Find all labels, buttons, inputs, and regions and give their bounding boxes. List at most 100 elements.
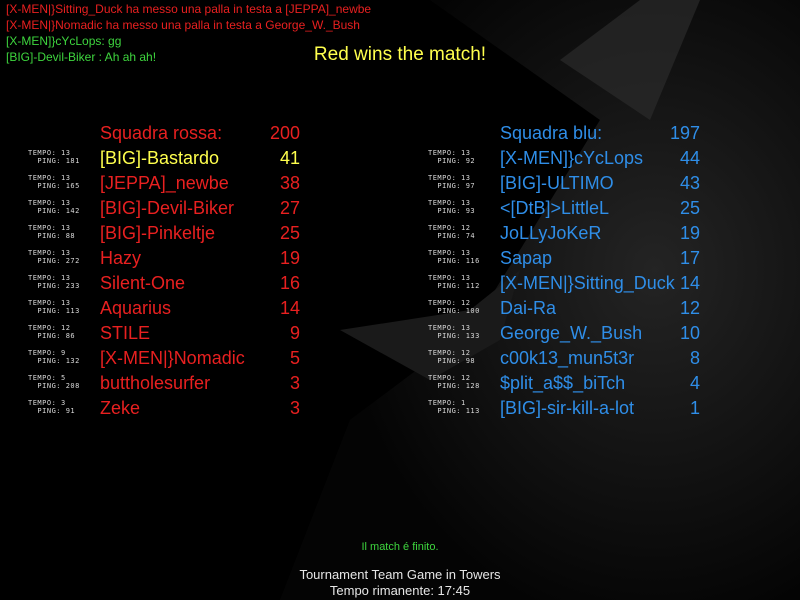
- player-time: TEMPO: 9: [28, 349, 66, 357]
- player-stats: TEMPO: 13 PING: 88: [28, 224, 75, 240]
- player-ping: PING: 88: [28, 232, 76, 240]
- player-stats: TEMPO: 13 PING: 97: [428, 174, 475, 190]
- player-score: 25: [279, 223, 300, 243]
- player-score: 41: [279, 148, 300, 168]
- player-time: TEMPO: 12: [428, 224, 471, 232]
- player-stats: TEMPO: 13 PING: 93: [428, 199, 475, 215]
- player-time: TEMPO: 13: [28, 224, 71, 232]
- footer-info: Tournament Team Game in Towers Tempo rim…: [0, 567, 800, 599]
- player-score: 1: [689, 398, 700, 418]
- player-stats: TEMPO: 13 PING: 112: [428, 274, 480, 290]
- player-score: 14: [679, 273, 700, 293]
- player-stats: TEMPO: 9 PING: 132: [28, 349, 80, 365]
- player-ping: PING: 113: [428, 407, 480, 415]
- player-stats: TEMPO: 13 PING: 113: [28, 299, 80, 315]
- player-name: Dai-Ra: [500, 298, 557, 318]
- player-stats: TEMPO: 12 PING: 98: [428, 349, 475, 365]
- player-score: 12: [679, 298, 700, 318]
- player-name: JoLLyJoKeR: [500, 223, 602, 243]
- player-stats: TEMPO: 13 PING: 165: [28, 174, 80, 190]
- player-name: $plit_a$$_biTch: [500, 373, 626, 393]
- player-name: [BIG]-sir-kill-a-lot: [500, 398, 634, 418]
- player-ping: PING: 91: [28, 407, 76, 415]
- player-ping: PING: 92: [428, 157, 476, 165]
- player-name: [BIG]-Devil-Biker: [100, 198, 235, 218]
- player-time: TEMPO: 13: [28, 299, 71, 307]
- player-name: <[DtB]>LittleL: [500, 198, 610, 218]
- player-name: buttholesurfer: [100, 373, 211, 393]
- player-ping: PING: 272: [28, 257, 80, 265]
- player-time: TEMPO: 13: [28, 274, 71, 282]
- player-name: Hazy: [100, 248, 142, 268]
- player-name: Aquarius: [100, 298, 172, 318]
- player-stats: TEMPO: 1 PING: 113: [428, 399, 480, 415]
- player-time: TEMPO: 13: [28, 149, 71, 157]
- player-name: [BIG]-ULTIMO: [500, 173, 614, 193]
- player-ping: PING: 74: [428, 232, 476, 240]
- player-score: 8: [689, 348, 700, 368]
- player-score: 3: [289, 373, 300, 393]
- player-ping: PING: 116: [428, 257, 480, 265]
- player-score: 14: [279, 298, 300, 318]
- player-time: TEMPO: 12: [28, 324, 71, 332]
- player-name: [BIG]-Bastardo: [100, 148, 220, 168]
- player-score: 10: [679, 323, 700, 343]
- player-stats: TEMPO: 13 PING: 272: [28, 249, 80, 265]
- player-ping: PING: 181: [28, 157, 80, 165]
- player-time: TEMPO: 13: [428, 274, 471, 282]
- player-name: Sapap: [500, 248, 553, 268]
- player-stats: TEMPO: 13 PING: 233: [28, 274, 80, 290]
- player-score: 25: [679, 198, 700, 218]
- player-score: 19: [279, 248, 300, 268]
- player-score: 9: [289, 323, 300, 343]
- player-stats: TEMPO: 13 PING: 116: [428, 249, 480, 265]
- player-time: TEMPO: 13: [428, 174, 471, 182]
- player-time: TEMPO: 13: [428, 149, 471, 157]
- player-name: STILE: [100, 323, 151, 343]
- player-ping: PING: 233: [28, 282, 80, 290]
- match-finished-message: Il match é finito.: [361, 541, 439, 553]
- red-team-header: Squadra rossa: 200: [100, 123, 300, 144]
- player-score: 3: [289, 398, 300, 418]
- player-score: 16: [279, 273, 300, 293]
- player-name: [BIG]-Pinkeltje: [100, 223, 216, 243]
- blue-team-name: Squadra blu:: [500, 123, 603, 143]
- player-name: c00k13_mun5t3r: [500, 348, 635, 368]
- player-ping: PING: 208: [28, 382, 80, 390]
- player-name: George_W._Bush: [500, 323, 643, 343]
- blue-team-score: 197: [669, 123, 700, 143]
- player-time: TEMPO: 3: [28, 399, 66, 407]
- player-ping: PING: 132: [28, 357, 80, 365]
- player-time: TEMPO: 1: [428, 399, 466, 407]
- player-ping: PING: 98: [428, 357, 476, 365]
- player-stats: TEMPO: 13 PING: 133: [428, 324, 480, 340]
- player-time: TEMPO: 12: [428, 374, 471, 382]
- blue-team-header: Squadra blu: 197: [500, 123, 700, 144]
- player-ping: PING: 165: [28, 182, 80, 190]
- player-score: 4: [689, 373, 700, 393]
- player-time: TEMPO: 13: [428, 249, 471, 257]
- player-ping: PING: 133: [428, 332, 480, 340]
- player-name: [X-MEN]}cYcLops: [500, 148, 644, 168]
- player-time: TEMPO: 13: [428, 199, 471, 207]
- player-ping: PING: 86: [28, 332, 76, 340]
- player-time: TEMPO: 13: [28, 174, 71, 182]
- player-ping: PING: 100: [428, 307, 480, 315]
- player-ping: PING: 97: [428, 182, 476, 190]
- player-score: 19: [679, 223, 700, 243]
- player-time: TEMPO: 13: [28, 249, 71, 257]
- player-score: 43: [679, 173, 700, 193]
- chat-line: [X-MEN|}Sitting_Duck ha messo una palla …: [6, 2, 372, 16]
- player-time: TEMPO: 12: [428, 349, 471, 357]
- player-time: TEMPO: 5: [28, 374, 66, 382]
- chat-line: [X-MEN|}Nomadic ha messo una palla in te…: [6, 18, 360, 32]
- player-stats: TEMPO: 12 PING: 100: [428, 299, 480, 315]
- player-name: [JEPPA]_newbe: [100, 173, 229, 193]
- player-score: 44: [679, 148, 700, 168]
- player-name: [X-MEN|}Sitting_Duck: [500, 273, 675, 293]
- player-stats: TEMPO: 13 PING: 142: [28, 199, 80, 215]
- player-time: TEMPO: 13: [28, 199, 71, 207]
- player-stats: TEMPO: 5 PING: 208: [28, 374, 80, 390]
- player-name: [X-MEN|}Nomadic: [100, 348, 245, 368]
- player-stats: TEMPO: 3 PING: 91: [28, 399, 75, 415]
